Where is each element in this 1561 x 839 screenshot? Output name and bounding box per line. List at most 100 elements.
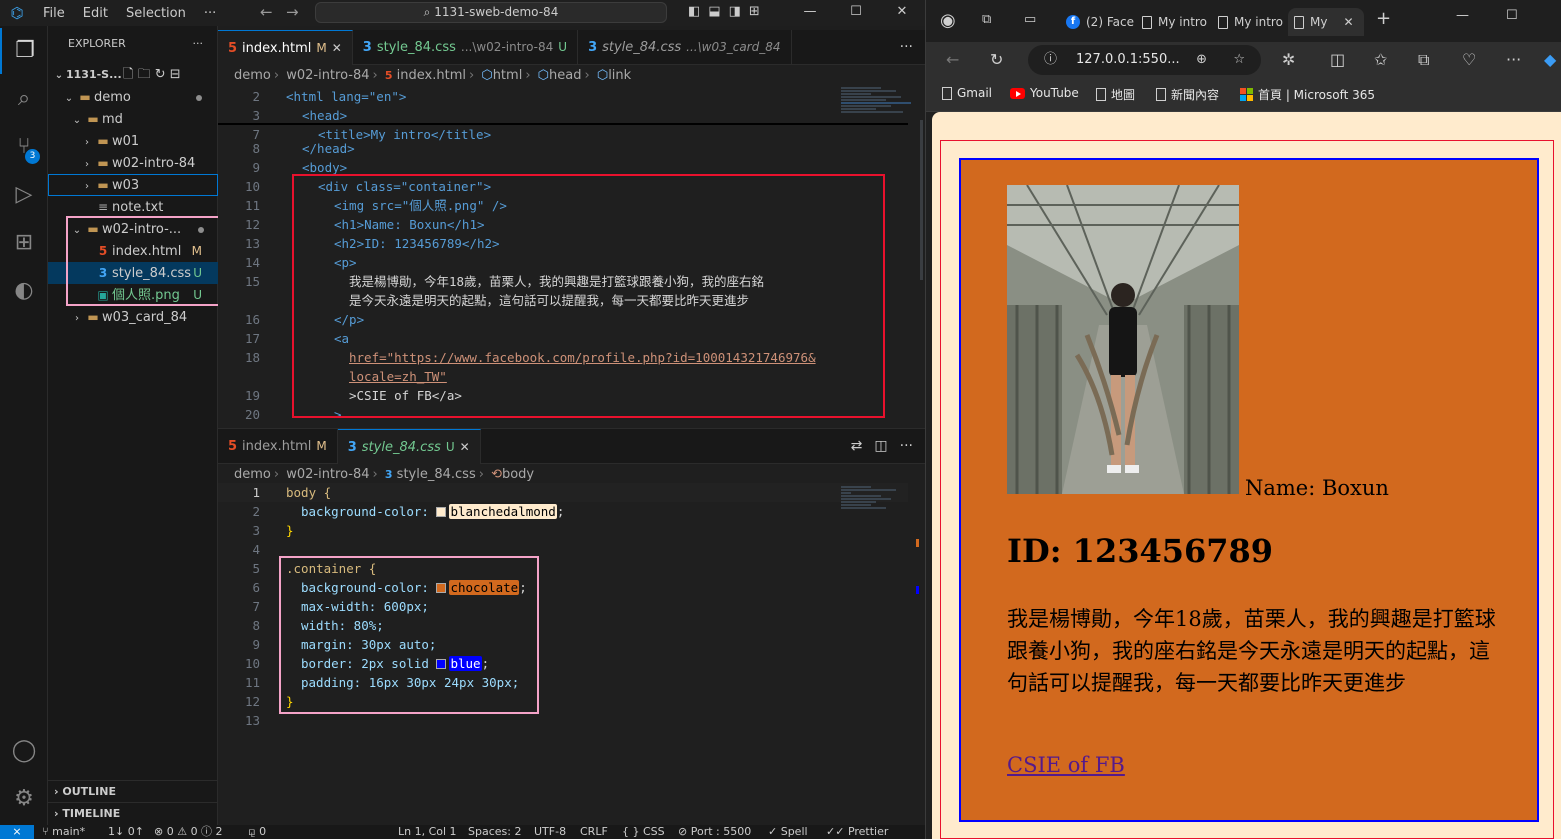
explorer-more-icon[interactable]: ···: [193, 26, 204, 61]
menu-more[interactable]: ···: [195, 6, 225, 21]
facebook-link[interactable]: CSIE of FB: [1007, 753, 1125, 777]
split-screen-icon[interactable]: ◫: [1330, 50, 1345, 69]
language-status[interactable]: { } CSS: [622, 825, 665, 839]
breadcrumb-item[interactable]: body: [502, 467, 534, 482]
tab-style-css-w02[interactable]: 3 style_84.css ...\w02-intro-84 U: [353, 30, 579, 65]
tab-index-html[interactable]: 5 index.html M ✕: [218, 30, 353, 65]
breadcrumb-item[interactable]: w02-intro-84: [286, 68, 369, 83]
indentation-status[interactable]: Spaces: 2: [468, 825, 521, 839]
site-info-icon[interactable]: ⓘ: [1044, 45, 1057, 75]
address-bar[interactable]: ⓘ 127.0.0.1:550... ⊕ ☆: [1028, 45, 1261, 75]
tree-folder-w03-card[interactable]: › ▬ w03_card_84: [48, 306, 218, 328]
remote-indicator-icon[interactable]: ⨯: [0, 825, 34, 839]
encoding-status[interactable]: UTF-8: [534, 825, 566, 839]
more-actions-icon[interactable]: ···: [900, 429, 913, 464]
breadcrumb-item[interactable]: link: [608, 68, 631, 83]
toggle-secondary-sidebar-icon[interactable]: ◨: [729, 4, 741, 19]
zoom-icon[interactable]: ⊕: [1196, 45, 1207, 75]
compare-changes-icon[interactable]: ⇄: [851, 429, 863, 464]
breadcrumb-item[interactable]: style_84.css: [397, 467, 476, 482]
explorer-toolbar-icons[interactable]: 🗋 🗀 ↻ ⊟: [123, 64, 181, 86]
accounts-icon[interactable]: ◯: [0, 728, 48, 774]
back-arrow-icon[interactable]: ←: [946, 50, 959, 69]
cursor-position[interactable]: Ln 1, Col 1: [398, 825, 457, 839]
tree-folder-w02-intro-84[interactable]: › ▬ w02-intro-84: [48, 152, 218, 174]
branch-status[interactable]: ⑂ main*: [42, 825, 85, 839]
code-editor-css[interactable]: 1 body { 2 background-color: blanchedalmon…: [218, 483, 908, 733]
favorites-icon[interactable]: ✩: [1374, 50, 1387, 69]
minimize-icon[interactable]: —: [1456, 8, 1469, 23]
bookmark-youtube[interactable]: YouTube: [1010, 86, 1079, 100]
tab-actions-icon[interactable]: ▭: [1024, 12, 1036, 27]
ports-status[interactable]: ⚼ 0: [248, 825, 266, 839]
explorer-icon[interactable]: ❐: [0, 28, 48, 74]
favorite-star-icon[interactable]: ☆: [1233, 45, 1245, 75]
maximize-icon[interactable]: ☐: [1506, 8, 1518, 23]
toggle-panel-icon[interactable]: ⬓: [708, 4, 720, 19]
bookmark-microsoft365[interactable]: 首頁 | Microsoft 365: [1240, 86, 1375, 103]
breadcrumb-item[interactable]: html: [493, 68, 523, 83]
close-icon[interactable]: ✕: [1343, 8, 1353, 36]
browser-tab-intro-1[interactable]: My intro: [1142, 8, 1207, 36]
remote-explorer-icon[interactable]: ◐: [0, 268, 48, 314]
search-view-icon[interactable]: ⌕: [0, 76, 48, 122]
tree-folder-w01[interactable]: › ▬ w01: [48, 130, 218, 152]
minimize-icon[interactable]: —: [787, 0, 833, 26]
bookmark-maps[interactable]: 地圖: [1096, 86, 1135, 103]
menu-selection[interactable]: Selection: [117, 6, 195, 21]
spell-status[interactable]: ✓ Spell: [768, 825, 808, 839]
new-tab-icon[interactable]: +: [1376, 8, 1391, 29]
workspace-root[interactable]: ⌄ 1131-S... 🗋 🗀 ↻ ⊟: [48, 64, 218, 86]
tree-folder-demo[interactable]: ⌄ ▬ demo: [48, 86, 218, 108]
close-icon[interactable]: ✕: [460, 430, 470, 465]
split-editor-icon[interactable]: ◫: [874, 429, 887, 464]
extensions-icon[interactable]: ⊞: [0, 220, 48, 266]
eol-status[interactable]: CRLF: [580, 825, 608, 839]
profile-avatar-icon[interactable]: ◉: [940, 10, 956, 31]
breadcrumb-item[interactable]: index.html: [397, 68, 466, 83]
maximize-icon[interactable]: ☐: [833, 0, 879, 26]
bookmark-gmail[interactable]: Gmail: [942, 86, 992, 100]
prettier-status[interactable]: ✓✓ Prettier: [826, 825, 888, 839]
timeline-section[interactable]: › TIMELINE: [48, 802, 218, 824]
close-icon[interactable]: ✕: [879, 0, 925, 26]
outline-section[interactable]: › OUTLINE: [48, 780, 218, 802]
breadcrumb-item[interactable]: w02-intro-84: [286, 467, 369, 482]
menu-edit[interactable]: Edit: [74, 6, 117, 21]
source-control-icon[interactable]: ⑂ 3: [0, 124, 48, 170]
settings-gear-icon[interactable]: ⚙: [0, 776, 48, 822]
breadcrumb-item[interactable]: demo: [234, 467, 271, 482]
back-arrow-icon[interactable]: ←: [260, 3, 273, 21]
more-actions-icon[interactable]: ···: [900, 30, 913, 65]
collections-icon[interactable]: ⧉: [1418, 50, 1429, 70]
minimap-bottom[interactable]: [841, 485, 911, 510]
color-swatch[interactable]: [436, 507, 447, 517]
refresh-icon[interactable]: ↻: [990, 50, 1003, 69]
tab-style-css-w03[interactable]: 3 style_84.css ...\w03_card_84: [578, 30, 792, 65]
more-options-icon[interactable]: ···: [1506, 50, 1521, 69]
workspaces-icon[interactable]: ⧉: [982, 12, 991, 27]
tree-file-note[interactable]: ≡ note.txt: [48, 196, 218, 218]
sync-status[interactable]: 1↓ 0↑: [108, 825, 144, 839]
command-center-search[interactable]: ⌕ 1131-sweb-demo-84: [315, 2, 667, 23]
copilot-icon[interactable]: ◆: [1544, 50, 1556, 69]
browser-essentials-icon[interactable]: ♡: [1462, 50, 1476, 69]
breadcrumb-item[interactable]: demo: [234, 68, 271, 83]
live-server-status[interactable]: ⊘ Port : 5500: [678, 825, 751, 839]
menu-file[interactable]: File: [34, 6, 74, 21]
run-debug-icon[interactable]: ▷: [0, 172, 48, 218]
forward-arrow-icon[interactable]: →: [286, 3, 299, 21]
scrollbar-top[interactable]: [920, 120, 923, 280]
breadcrumb-item[interactable]: head: [549, 68, 581, 83]
problems-status[interactable]: ⊗ 0 ⚠ 0 ⓘ 2: [154, 825, 223, 839]
bookmark-news[interactable]: 新聞內容: [1156, 86, 1219, 103]
browser-tab-intro-active[interactable]: My ✕: [1288, 8, 1364, 36]
minimap-top[interactable]: [841, 86, 911, 114]
customize-layout-icon[interactable]: ⊞: [749, 4, 760, 19]
code-editor-html[interactable]: 2 <html lang="en"> 3 <head> 7 <title>My int…: [218, 87, 908, 427]
extensions-icon[interactable]: ✲: [1282, 50, 1295, 69]
tree-folder-w03[interactable]: › ▬ w03: [48, 174, 218, 196]
close-icon[interactable]: ✕: [332, 31, 342, 66]
browser-tab-facebook[interactable]: f (2) Face: [1066, 8, 1134, 36]
tree-folder-md[interactable]: ⌄ ▬ md: [48, 108, 218, 130]
